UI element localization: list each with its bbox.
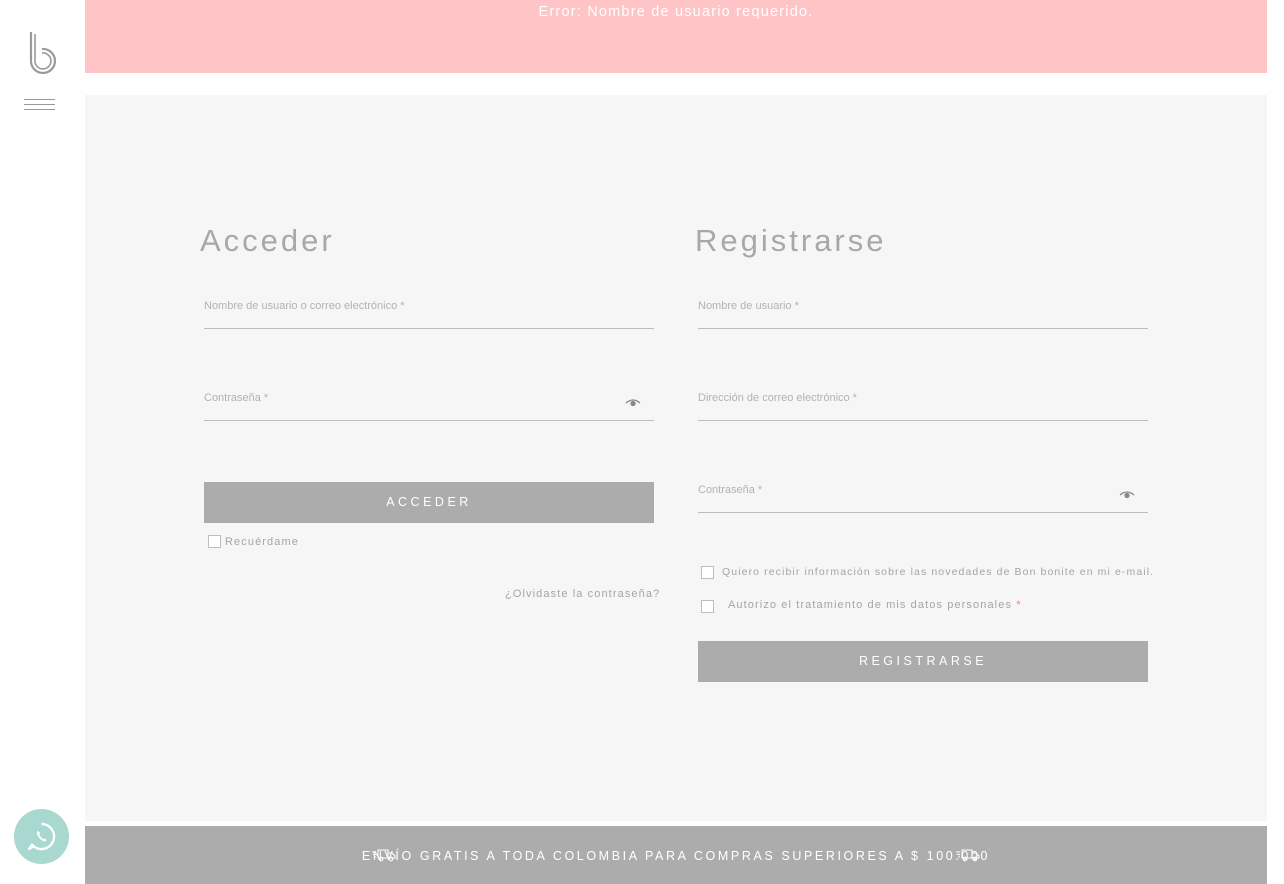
remember-me-label: Recuérdame <box>225 536 299 548</box>
eye-icon[interactable] <box>625 398 641 408</box>
eye-icon[interactable] <box>1119 490 1135 500</box>
required-marker: * <box>1016 599 1022 611</box>
register-password-input[interactable] <box>698 472 1152 514</box>
account-panel <box>85 95 1267 821</box>
login-username-input[interactable] <box>204 288 658 330</box>
register-email-input[interactable] <box>698 380 1152 422</box>
register-heading: Registrarse <box>695 223 887 258</box>
newsletter-label: Quiero recibir información sobre las nov… <box>722 566 1155 578</box>
login-heading: Acceder <box>200 223 335 258</box>
sidebar <box>0 0 85 884</box>
hamburger-menu-icon[interactable] <box>24 99 56 115</box>
whatsapp-icon <box>27 822 56 851</box>
error-banner: Error: Nombre de usuario requerido. <box>85 0 1267 73</box>
delivery-truck-icon <box>956 849 980 862</box>
privacy-label: Autorizo el tratamiento de mis datos per… <box>728 599 1013 611</box>
login-password-field[interactable]: Contraseña * <box>204 380 658 422</box>
shipping-text: ENVÍO GRATIS A TODA COLOMBIA PARA COMPRA… <box>361 849 991 863</box>
login-username-field[interactable]: Nombre de usuario o correo electrónico * <box>204 288 658 330</box>
bon-bonite-logo[interactable] <box>26 30 58 76</box>
remember-me-checkbox[interactable] <box>208 535 221 548</box>
login-password-input[interactable] <box>204 380 658 422</box>
register-username-input[interactable] <box>698 288 1152 330</box>
shipping-banner: ENVÍO GRATIS A TODA COLOMBIA PARA COMPRA… <box>85 826 1267 884</box>
register-username-field[interactable]: Nombre de usuario * <box>698 288 1152 330</box>
register-email-field[interactable]: Dirección de correo electrónico * <box>698 380 1152 422</box>
register-button[interactable]: REGISTRARSE <box>698 641 1148 682</box>
login-button[interactable]: ACCEDER <box>204 482 654 523</box>
privacy-checkbox[interactable] <box>701 600 714 613</box>
privacy-label-group: Autorizo el tratamiento de mis datos per… <box>728 599 1022 611</box>
newsletter-checkbox[interactable] <box>701 566 714 579</box>
register-password-field[interactable]: Contraseña * <box>698 472 1152 514</box>
whatsapp-button[interactable] <box>14 809 69 864</box>
error-message: Error: Nombre de usuario requerido. <box>538 4 814 20</box>
forgot-password-link[interactable]: ¿Olvidaste la contraseña? <box>505 588 660 600</box>
